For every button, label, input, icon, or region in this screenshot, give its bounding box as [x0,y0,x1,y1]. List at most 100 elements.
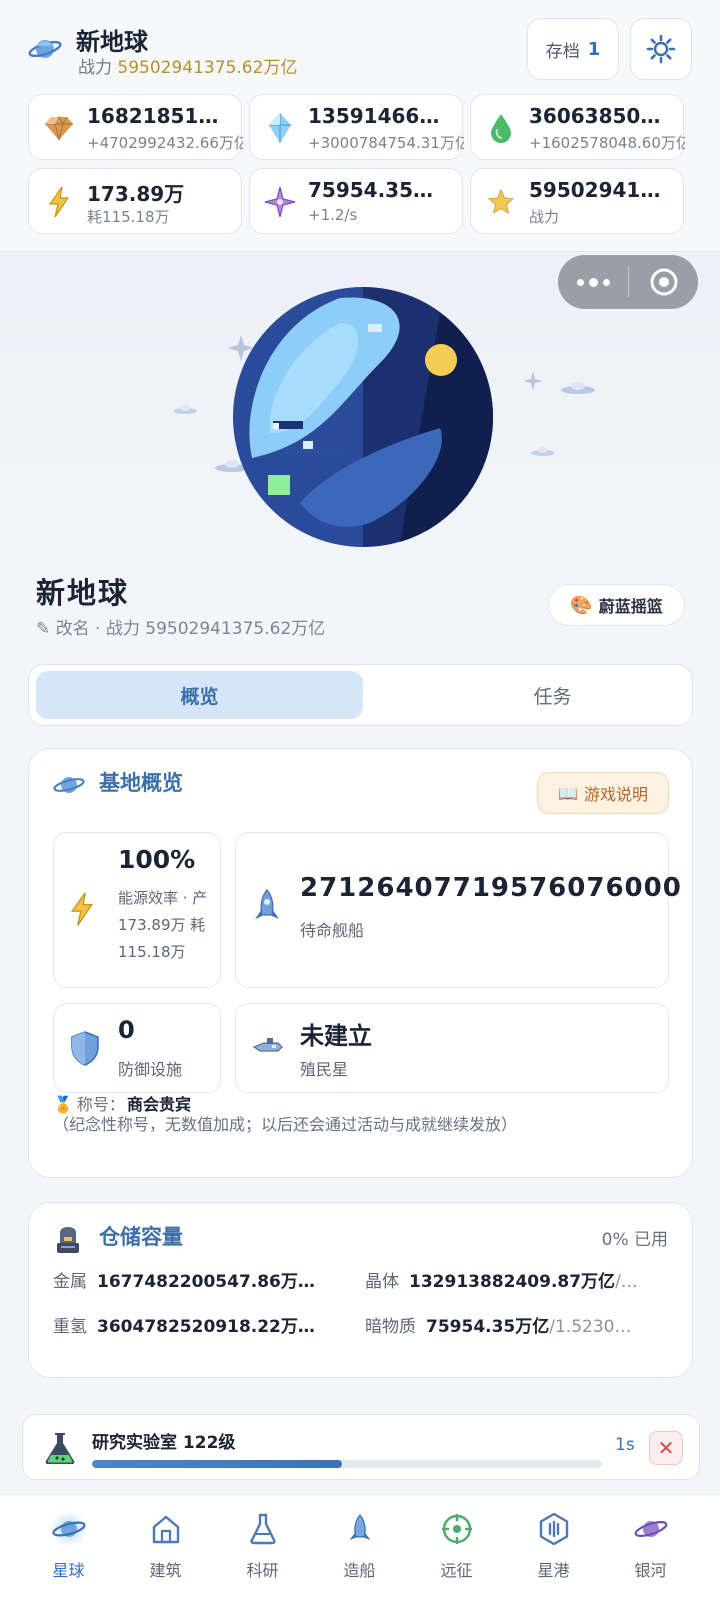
nav-label: 星球 [52,1561,85,1580]
research-progress-fill [92,1460,342,1468]
energy-efficiency-value: 100% [118,845,196,874]
nav-item-planet[interactable]: 星球 [20,1495,117,1600]
more-menu-button[interactable] [558,255,628,309]
storage-cap: /… [615,1272,638,1292]
storage-used: 0% 已用 [601,1230,668,1250]
tab-overview[interactable]: 概览 [36,671,363,719]
energy-efficiency-tile: 100% 能源效率 · 产173.89万 耗115.18万 [53,832,221,988]
colony-value: 未建立 [300,1022,372,1050]
resource-card-metal[interactable]: 16821851… +4702992432.66万亿/s [28,94,243,160]
close-icon: ✕ [657,1436,675,1460]
power-value: 59502941375.62万亿 [117,58,298,78]
nav-label: 星港 [537,1561,570,1580]
cancel-research-button[interactable]: ✕ [649,1431,683,1465]
base-overview-card: 基地概览 📖 游戏说明 100% 能源效率 · 产173.89万 耗115.18… [28,748,693,1178]
planet-icon [53,777,85,793]
energy-icon [43,185,75,219]
nav-label: 造船 [343,1561,376,1580]
nav-item-building[interactable]: 建筑 [117,1495,214,1600]
storage-item-crystal: 晶体 132913882409.87万亿/… [365,1267,655,1292]
planet-icon [50,1511,88,1547]
resource-rate: +1602578048.60万亿/s [529,134,685,152]
game-guide-button[interactable]: 📖 游戏说明 [537,772,669,814]
resource-label: 战力 [529,208,560,226]
storage-capacity-card: 仓储容量 0% 已用 金属 1677482200547.86万… 晶体 132913… [28,1202,693,1378]
resource-value: 59502941… [529,178,661,202]
gear-icon [646,34,676,64]
save-label: 存档 [545,41,580,62]
star-icon [485,185,517,219]
bottom-nav: 星球 建筑 科研 造船 远征 星港 银河 [0,1494,720,1600]
settings-button[interactable] [630,18,692,80]
storage-key: 晶体 [365,1272,399,1292]
save-count: 1 [587,38,601,60]
resource-card-crystal[interactable]: 13591466… +3000784754.31万亿/s [249,94,464,160]
tab-tasks[interactable]: 任务 [389,671,716,719]
flask-icon [45,1433,75,1464]
close-miniprogram-button[interactable] [629,255,698,309]
resource-card-energy[interactable]: 173.89万 耗115.18万 [28,168,242,234]
nav-label: 建筑 [149,1561,182,1580]
storage-item-dark-matter: 暗物质 75954.35万亿/1.5230… [365,1312,655,1337]
storage-key: 重氢 [53,1317,87,1337]
standby-ships-tile: 27126407719576076000 待命舰船 [235,832,681,988]
metal-icon [43,111,75,145]
defense-value: 0 [118,1016,135,1044]
nav-label: 科研 [246,1561,279,1580]
storage-value: 132913882409.87万亿 [409,1272,616,1292]
colony-tile: 未建立 殖民星 [235,1003,669,1093]
save-slot-button[interactable]: 存档 1 [527,18,619,80]
crystal-icon [264,111,296,145]
tab-bar: 概览 任务 [28,664,693,726]
planet-style-badge[interactable]: 🎨 蔚蓝摇篮 [548,584,685,626]
title-prefix: 称号： [76,1095,125,1114]
research-progress-track [92,1460,602,1468]
resource-value: 13591466… [308,104,440,128]
research-label: 研究实验室 122级 [92,1433,236,1453]
research-queue-bar[interactable]: 研究实验室 122级 1s ✕ [22,1414,700,1480]
resource-value: 173.89万 [87,182,185,206]
crosshair-icon [438,1511,476,1547]
miniprogram-capsule [558,255,698,309]
standby-ships-label: 待命舰船 [300,921,365,940]
starport-icon [535,1511,573,1547]
game-guide-label: 游戏说明 [583,785,648,804]
resource-card-power[interactable]: 59502941… 战力 [470,168,684,234]
nav-item-galaxy[interactable]: 银河 [602,1495,699,1600]
honorary-title-note: 🏅 称号： 商会贵宾（纪念性称号，无数值加成；以后还会通过活动与成就继续发放） [53,1095,663,1135]
planet-icon [28,40,62,58]
planet-name: 新地球 [36,576,130,610]
warehouse-icon [57,1227,79,1253]
overview-title: 基地概览 [99,771,183,795]
dark-matter-icon [264,185,296,219]
storage-item-metal: 金属 1677482200547.86万… [53,1267,343,1292]
storage-cap: /1.5230… [549,1317,632,1337]
flask-icon [244,1511,282,1547]
nav-label: 远征 [440,1561,473,1580]
standby-ships-value: 27126407719576076000 [300,873,682,903]
energy-icon [70,892,94,926]
header: 新地球 战力 59502941375.62万亿 存档 1 16821851… +… [0,0,720,252]
building-icon [147,1511,185,1547]
resource-card-dark-matter[interactable]: 75954.35… +1.2/s [249,168,463,234]
planet-title: 新地球 [76,28,148,56]
power-label: 战力 [78,58,112,78]
storage-title: 仓储容量 [99,1225,183,1249]
nav-item-expedition[interactable]: 远征 [408,1495,505,1600]
galaxy-icon [632,1511,670,1547]
resource-card-deuterium[interactable]: 36063850… +1602578048.60万亿/s [470,94,685,160]
storage-key: 金属 [53,1272,87,1292]
nav-item-shipyard[interactable]: 造船 [311,1495,408,1600]
colony-label: 殖民星 [300,1060,349,1079]
rocket-icon [255,889,279,919]
resource-value: 16821851… [87,104,219,128]
nav-item-starport[interactable]: 星港 [505,1495,602,1600]
resource-rate: +3000784754.31万亿/s [308,134,464,152]
defense-tile: 0 防御设施 [53,1003,221,1093]
title-note-text: （纪念性称号，无数值加成；以后还会通过活动与成就继续发放） [53,1115,518,1134]
rename-link[interactable]: ✎ 改名 · 战力 59502941375.62万亿 [36,614,325,639]
nav-item-research[interactable]: 科研 [214,1495,311,1600]
rocket-icon [341,1511,379,1547]
shield-icon [71,1031,99,1066]
storage-value: 3604782520918.22万… [97,1317,315,1337]
